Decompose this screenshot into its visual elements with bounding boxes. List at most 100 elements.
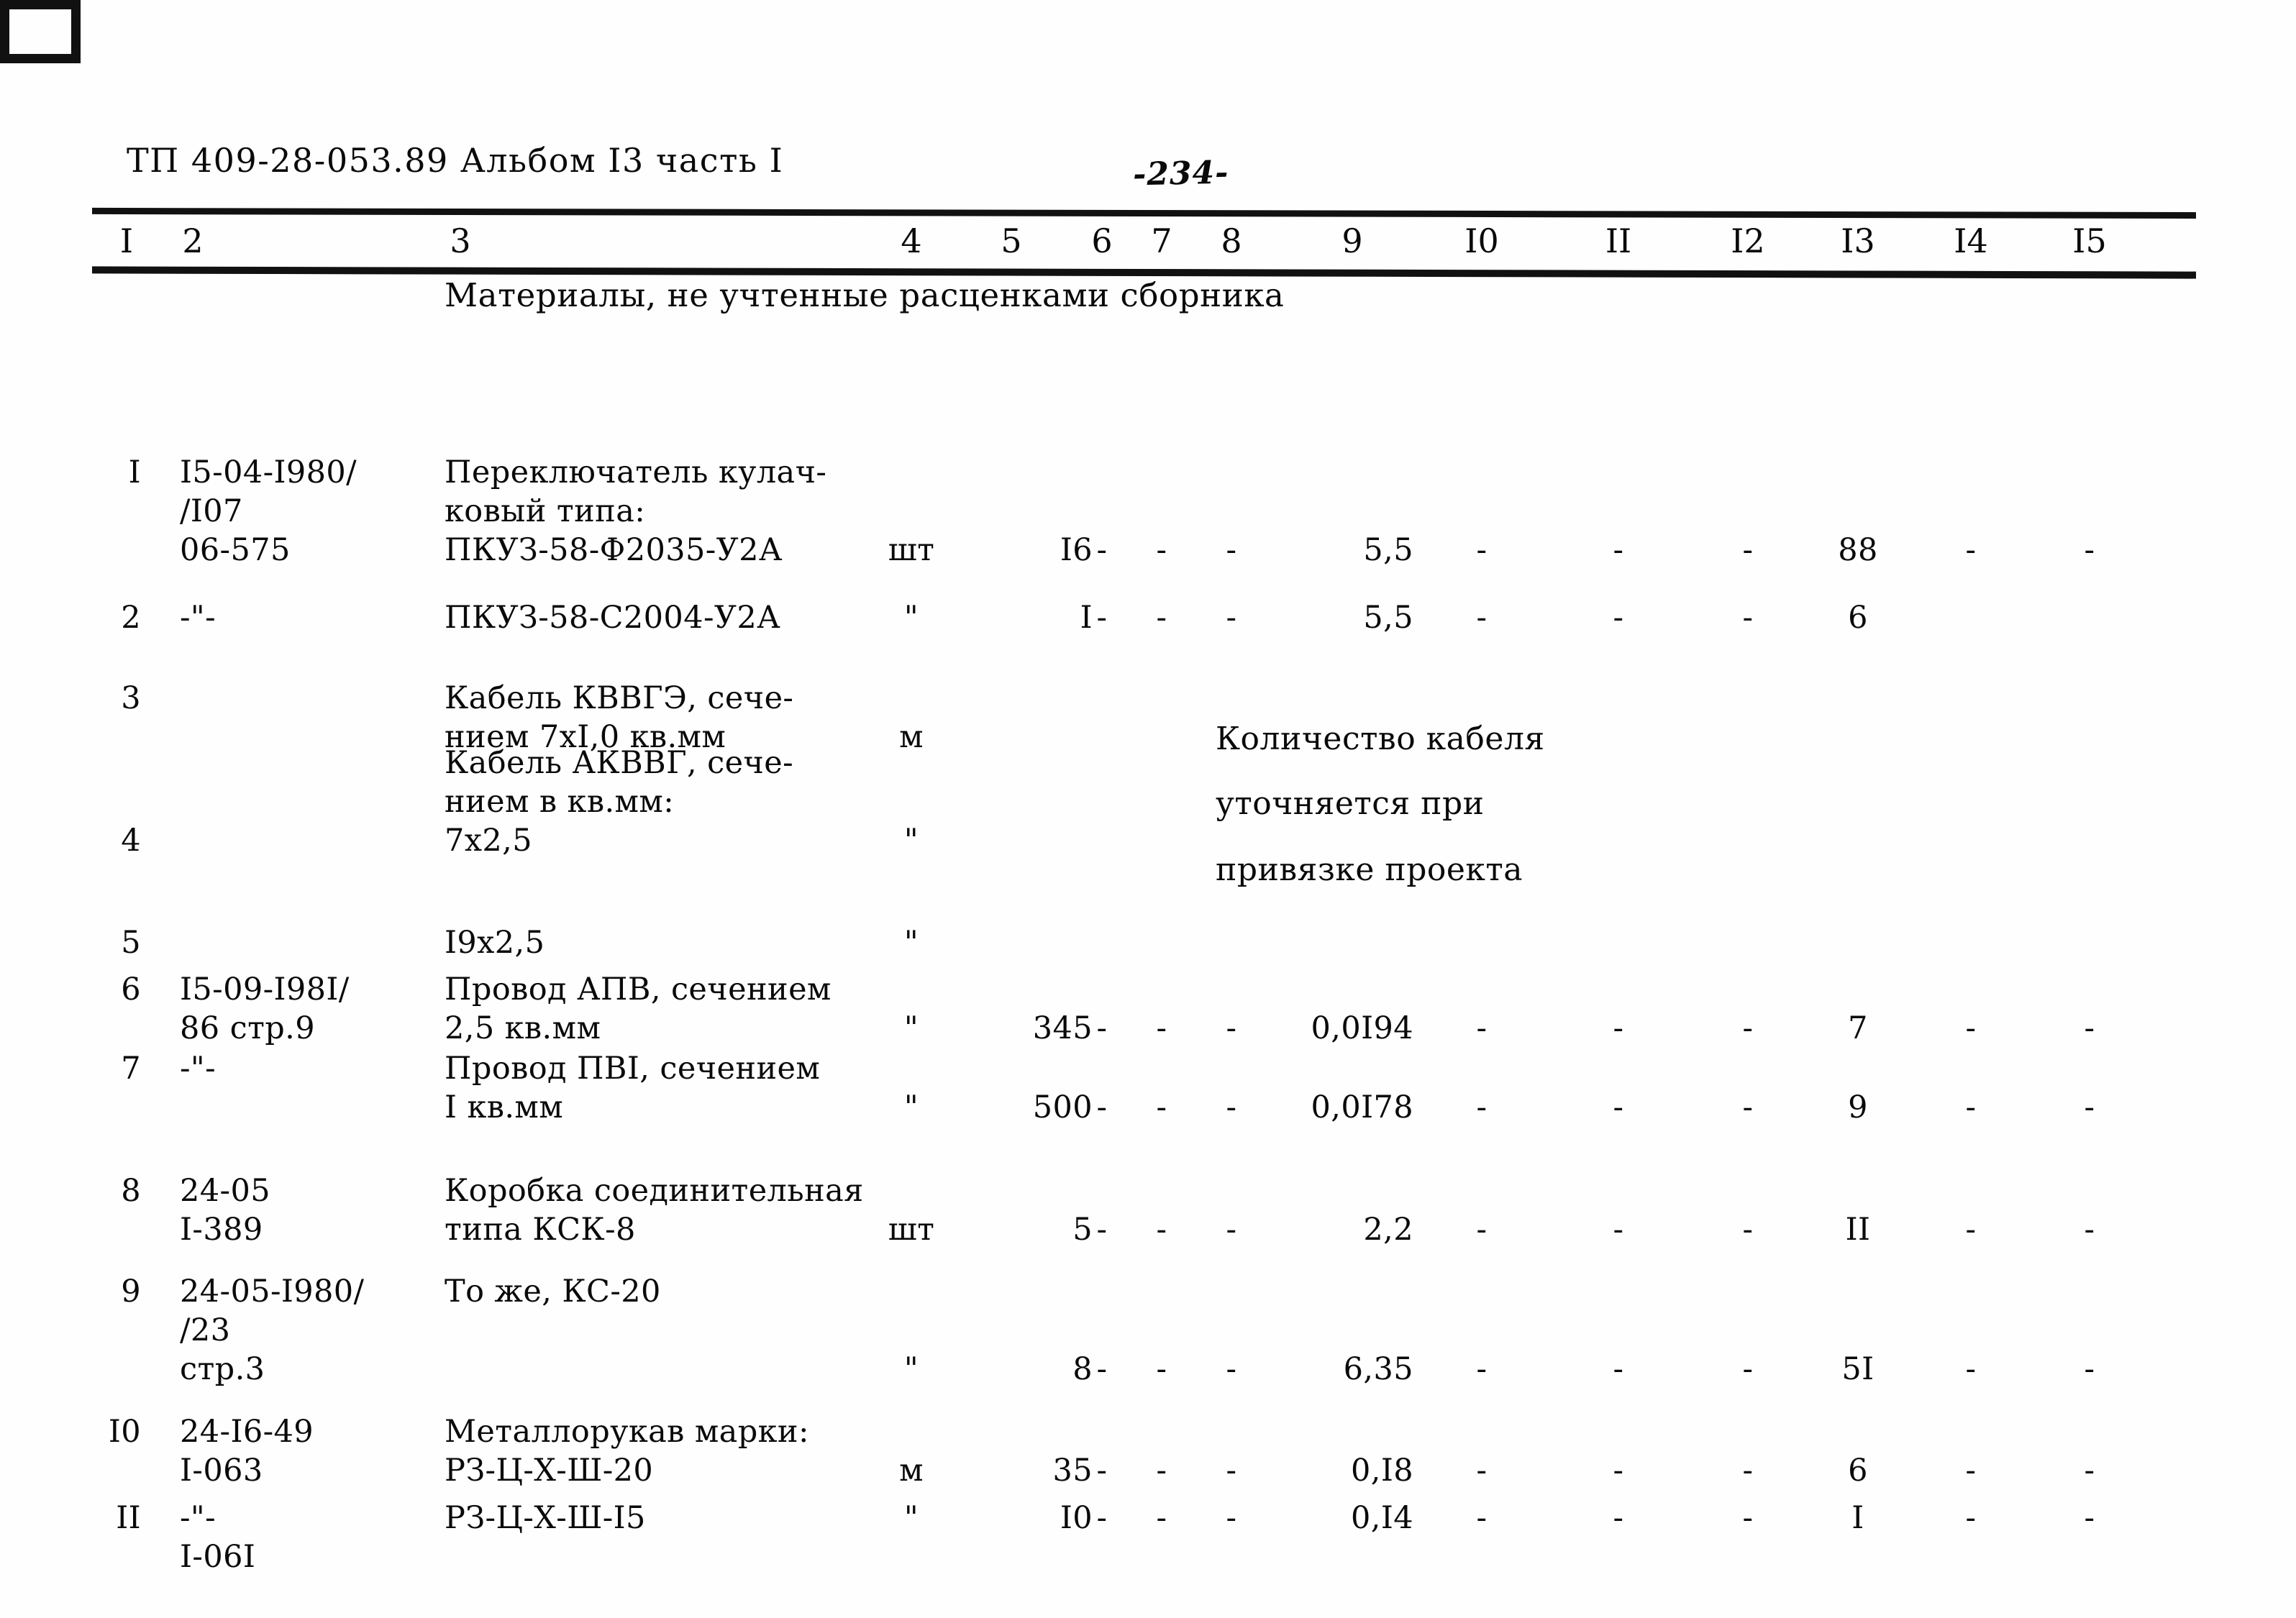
row-unit: шт (888, 1212, 935, 1248)
row-value-col10: - (1476, 1453, 1488, 1489)
row-unit: " (903, 1089, 919, 1125)
row-number: 2 (121, 600, 141, 636)
row-name-line: Провод АПВ, сечением (445, 972, 832, 1007)
row-value-col12: - (1742, 532, 1754, 568)
row-value-col14: - (1965, 1212, 1977, 1248)
row-value-col9: 0,I4 (1351, 1500, 1413, 1536)
row-name-line: 7х2,5 (445, 823, 532, 859)
row-value-col13: 6 (1848, 1453, 1868, 1489)
row-value-col9: 0,0I94 (1311, 1010, 1413, 1046)
row-value-col12: - (1742, 1089, 1754, 1125)
row-value-col13: II (1845, 1212, 1871, 1248)
row-value-col13: 5I (1841, 1351, 1874, 1387)
row-number: 5 (121, 925, 141, 961)
row-value-col11: - (1613, 1500, 1624, 1536)
row-value-col14: - (1965, 1089, 1977, 1125)
row-value-col11: - (1613, 1010, 1624, 1046)
column-header-5: 5 (1001, 221, 1022, 260)
row-number: II (116, 1500, 141, 1536)
row-value-col8: - (1226, 532, 1237, 568)
row-number: I0 (108, 1414, 141, 1450)
row-value-col13: I (1851, 1500, 1864, 1536)
row-name-line: Кабель КВВГЭ, сече- (445, 680, 794, 716)
row-value-col11: - (1613, 532, 1624, 568)
row-value-col10: - (1476, 1089, 1488, 1125)
row-code-line: -"- (180, 1500, 217, 1536)
row-value-col8: - (1226, 1500, 1237, 1536)
row-name-line: Переключатель кулач- (445, 454, 827, 490)
row-value-col8: - (1226, 1351, 1237, 1387)
row-value-col14: - (1965, 1010, 1977, 1046)
row-unit: " (903, 1010, 919, 1046)
page-number: -234- (1132, 154, 1229, 193)
row-name-line: нием в кв.мм: (445, 784, 675, 820)
row-name-line: I9х2,5 (445, 925, 545, 961)
column-header-13: I3 (1841, 221, 1875, 260)
column-header-3: 3 (450, 221, 471, 260)
document-page: ТП 409-28-053.89 Альбом I3 часть I -234-… (0, 0, 2296, 1618)
row-name-line: РЗ-Ц-Х-Ш-20 (445, 1453, 654, 1489)
row-number: 6 (121, 972, 141, 1007)
row-value-col15: - (2084, 1351, 2095, 1387)
row-value-col9: 0,I8 (1351, 1453, 1413, 1489)
row-value-col9: 5,5 (1363, 600, 1413, 636)
row-code-line: I5-09-I98I/ (180, 972, 350, 1007)
row-code-line: -"- (180, 1051, 217, 1087)
row-value-col13: 7 (1848, 1010, 1868, 1046)
row-code-line: I-063 (180, 1453, 263, 1489)
row-value-col13: 88 (1838, 532, 1878, 568)
row-name-line: Провод ПВI, сечением (445, 1051, 821, 1087)
row-unit: " (903, 925, 919, 961)
row-value-col12: - (1742, 1010, 1754, 1046)
column-header-15: I5 (2072, 221, 2107, 260)
column-header-7: 7 (1151, 221, 1172, 260)
row-value-col10: - (1476, 600, 1488, 636)
row-value-col13: 6 (1848, 600, 1868, 636)
row-value-col10: - (1476, 1212, 1488, 1248)
row-number: 7 (121, 1051, 141, 1087)
row-value-col8: - (1226, 1212, 1237, 1248)
row-value-col15: - (2084, 1010, 2095, 1046)
column-header-10: I0 (1464, 221, 1499, 260)
row-code-line: I-06I (180, 1539, 256, 1575)
row-value-col14: - (1965, 1453, 1977, 1489)
column-header-14: I4 (1954, 221, 1988, 260)
column-header-12: I2 (1731, 221, 1765, 260)
row-code-line: I-389 (180, 1212, 263, 1248)
row-code-line: 24-05 (180, 1173, 270, 1209)
column-header-row: I 2 3 4 5 6 7 8 9 I0 II I2 I3 I4 I5 (0, 216, 2296, 268)
row-name-line: ПКУЗ-58-Ф2035-У2А (445, 532, 783, 568)
row-code-line: 86 стр.9 (180, 1010, 316, 1046)
column-header-1: I (119, 221, 134, 260)
row-value-col11: - (1613, 1351, 1624, 1387)
row-value-col12: - (1742, 1351, 1754, 1387)
row-value-col10: - (1476, 532, 1488, 568)
document-header: ТП 409-28-053.89 Альбом I3 часть I (127, 141, 784, 180)
row-code-line: /23 (180, 1312, 231, 1348)
row-code-line: стр.3 (180, 1351, 265, 1387)
row-number: 9 (121, 1274, 141, 1310)
row-name-line: Кабель АКВВГ, сече- (445, 745, 794, 781)
row-code-line: 06-575 (180, 532, 291, 568)
row-unit: м (899, 1453, 924, 1489)
row-value-col15: - (2084, 1089, 2095, 1125)
column-header-2: 2 (182, 221, 204, 260)
row-value-col8: - (1226, 1089, 1237, 1125)
row-value-col13: 9 (1848, 1089, 1868, 1125)
row-value-col15: - (2084, 1212, 2095, 1248)
row-unit: " (903, 1351, 919, 1387)
column-header-11: II (1605, 221, 1632, 260)
row-value-col12: - (1742, 1453, 1754, 1489)
row-value-col9: 2,2 (1363, 1212, 1413, 1248)
row-name-line: Металлорукав марки: (445, 1414, 809, 1450)
column-header-8: 8 (1221, 221, 1242, 260)
row-value-col14: - (1965, 1351, 1977, 1387)
row-unit: " (903, 823, 919, 859)
row-number: I (128, 454, 141, 490)
row-value-col10: - (1476, 1500, 1488, 1536)
row-value-col9: 6,35 (1343, 1351, 1413, 1387)
section-title: Материалы, не учтенные расценками сборни… (445, 276, 1285, 314)
row-value-col14: - (1965, 1500, 1977, 1536)
row-value-col9: 0,0I78 (1311, 1089, 1413, 1125)
row-code-line: 24-I6-49 (180, 1414, 314, 1450)
